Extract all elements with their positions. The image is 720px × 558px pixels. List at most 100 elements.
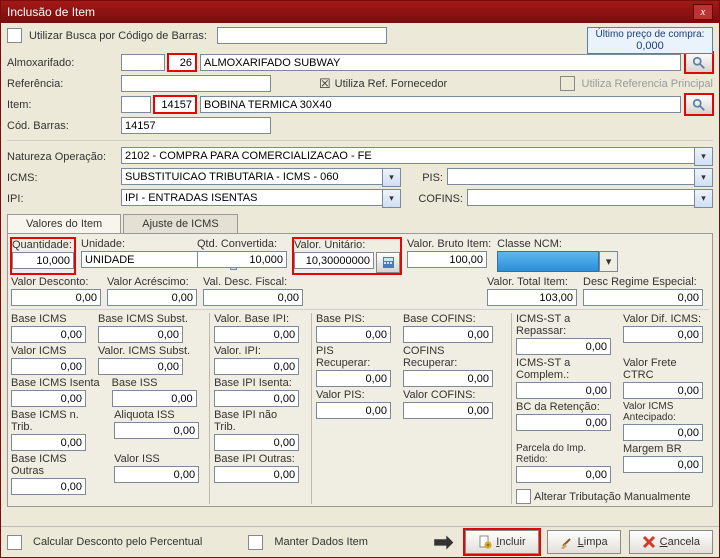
valor-total-input[interactable] [487,289,577,306]
item-code-input[interactable] [154,96,196,113]
natureza-operacao-select[interactable]: ▾ [121,147,713,166]
valor-icms-antecipado-input[interactable] [623,424,703,441]
valor-base-ipi-label: Valor. Base IPI: [214,313,301,325]
quantidade-label: Quantidade: [12,239,74,251]
val-desc-fiscal-input[interactable] [203,289,303,306]
desc-regime-especial-input[interactable] [583,289,703,306]
base-ipi-isenta-input[interactable] [214,390,299,407]
icms-st-complem-input[interactable] [516,382,611,399]
valor-unitario-input[interactable] [294,252,374,269]
limpa-text: impa [584,536,608,548]
calculator-icon [383,257,394,268]
desc-regime-especial-label: Desc Regime Especial: [583,276,703,288]
base-icms-outras-label: Base ICMS Outras [11,453,102,477]
unidade-select[interactable]: ▾ [81,251,191,270]
almoxarifado-code-input[interactable] [121,54,165,71]
valor-desconto-input[interactable] [11,289,101,306]
incluir-button[interactable]: Incluir [465,530,538,554]
limpa-button[interactable]: Limpa [547,530,621,554]
base-icms-isenta-input[interactable] [11,390,86,407]
qtd-convertida-input[interactable] [197,251,287,268]
footer-bar: Calcular Desconto pelo Percentual Manter… [1,526,719,557]
pis-value[interactable] [447,168,694,185]
parcela-imp-retido-input[interactable] [516,466,611,483]
codbarras-input[interactable] [121,117,271,134]
valor-cofins-input[interactable] [403,402,493,419]
valor-cofins-label: Valor COFINS: [403,389,493,401]
chevron-down-icon[interactable]: ▾ [694,189,713,208]
valor-pis-label: Valor PIS: [316,389,391,401]
valor-unitario-calc-button[interactable] [376,252,400,273]
last-price-panel: Último preço de compra: 0,000 [587,27,713,54]
base-icms-subst-label: Base ICMS Subst. [98,313,188,325]
add-document-icon [478,535,492,549]
valor-bruto-input[interactable] [407,251,487,268]
pis-select[interactable]: ▾ [447,168,713,187]
chevron-down-icon[interactable]: ▾ [382,189,401,208]
almoxarifado-code-highlight[interactable] [168,54,196,71]
valor-frete-ctrc-input[interactable] [623,382,703,399]
use-barcode-checkbox[interactable] [7,28,22,43]
base-icms-subst-input[interactable] [98,326,183,343]
valor-iss-input[interactable] [114,466,199,483]
base-cofins-input[interactable] [403,326,493,343]
referencia-label: Referência: [7,78,117,90]
cofins-recuperar-input[interactable] [403,370,493,387]
almoxarifado-name-input[interactable] [200,54,681,71]
base-icms-outras-input[interactable] [11,478,86,495]
manter-dados-item-checkbox[interactable] [248,535,263,550]
chevron-down-icon[interactable]: ▾ [382,168,401,187]
valor-dif-icms-input[interactable] [623,326,703,343]
tab-valores[interactable]: Valores do Item [7,214,121,233]
chevron-down-icon[interactable]: ▾ [599,251,618,272]
chevron-down-icon[interactable]: ▾ [694,168,713,187]
bc-retencao-input[interactable] [516,414,611,431]
valor-bruto-label: Valor. Bruto Item: [407,238,491,250]
classe-ncm-field[interactable] [497,251,599,272]
cancela-button[interactable]: Cancela [629,530,713,554]
valor-pis-input[interactable] [316,402,391,419]
valor-icms-subst-input[interactable] [98,358,183,375]
close-icon[interactable]: x [693,4,713,20]
natureza-operacao-value[interactable] [121,147,694,164]
base-ipi-ntrib-input[interactable] [214,434,299,451]
margem-br-input[interactable] [623,456,703,473]
pis-recuperar-input[interactable] [316,370,391,387]
valor-base-ipi-input[interactable] [214,326,299,343]
cofins-value[interactable] [467,189,694,206]
tab-ajuste-icms[interactable]: Ajuste de ICMS [123,214,237,233]
valor-acrescimo-input[interactable] [107,289,197,306]
calc-desconto-percentual-checkbox[interactable] [7,535,22,550]
icms-select[interactable]: ▾ [121,168,401,187]
base-icms-ntrib-input[interactable] [11,434,86,451]
base-icms-input[interactable] [11,326,86,343]
valor-acrescimo-label: Valor Acréscimo: [107,276,197,288]
referencia-input[interactable] [121,75,271,92]
item-lookup-button[interactable] [685,94,713,115]
alterar-tributacao-checkbox[interactable] [516,489,531,504]
valor-ipi-input[interactable] [214,358,299,375]
base-ipi-outras-input[interactable] [214,466,299,483]
base-iss-input[interactable] [112,390,197,407]
base-cofins-label: Base COFINS: [403,313,493,325]
icms-value[interactable] [121,168,382,185]
item-code-blank[interactable] [121,96,151,113]
ipi-value[interactable] [121,189,382,206]
almoxarifado-lookup-button[interactable] [685,52,713,73]
aliquota-iss-input[interactable] [114,422,199,439]
base-pis-input[interactable] [316,326,391,343]
chevron-down-icon[interactable]: ▾ [694,147,713,166]
valor-ipi-label: Valor. IPI: [214,345,301,357]
ipi-label: IPI: [7,193,117,205]
item-name-input[interactable] [200,96,681,113]
ipi-select[interactable]: ▾ [121,189,401,208]
cofins-select[interactable]: ▾ [467,189,713,208]
cofins-label: COFINS: [413,193,463,205]
icms-st-repassar-input[interactable] [516,338,611,355]
valor-icms-input[interactable] [11,358,86,375]
utiliza-ref-fornecedor-check[interactable]: ☒ [319,76,331,92]
quantidade-input[interactable] [12,252,74,269]
base-icms-isenta-label: Base ICMS Isenta [11,377,100,389]
calc-desconto-percentual-label: Calcular Desconto pelo Percentual [33,536,202,548]
barcode-search-input[interactable] [217,27,387,44]
